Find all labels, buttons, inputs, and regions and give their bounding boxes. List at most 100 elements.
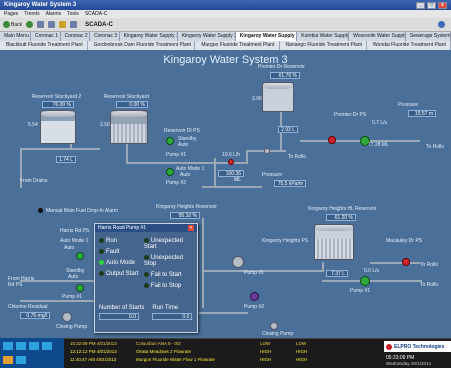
print-button[interactable] bbox=[48, 21, 56, 28]
tab-2[interactable]: Coronac 2 bbox=[61, 32, 91, 41]
pump-detail-dialog[interactable]: Harris Road Pump #1 × Run Fault Auto Mod… bbox=[94, 223, 198, 333]
tab-6[interactable]: Kingaroy Water Supply 3 bbox=[235, 32, 298, 41]
alarm-cell-c1: HIGH bbox=[260, 349, 272, 354]
tab-5[interactable]: Kingaroy Water Supply 2 bbox=[178, 32, 236, 41]
alarm-cell-desc: Murgon Fluoride Water Flow 1 Flowrate bbox=[136, 357, 215, 362]
heights-ps-pump1[interactable] bbox=[232, 256, 244, 268]
pipe bbox=[202, 218, 204, 308]
status-fault: Fault bbox=[99, 249, 140, 255]
alarm-row[interactable]: 12:12:12 PM 4/01/2013 Oirata Meadows 2 Fl… bbox=[70, 349, 376, 357]
tab-3[interactable]: Coronac 3 bbox=[90, 32, 120, 41]
heights-reservoir-pct: 95.10 % bbox=[170, 212, 200, 219]
reservoir-stockyard2-tank[interactable] bbox=[40, 110, 76, 144]
forward-button[interactable] bbox=[26, 21, 34, 28]
heights-hl-label: Kingaroy Heights HL Reservoir bbox=[308, 206, 377, 212]
tab-8[interactable]: Wooroolin Water Supply bbox=[349, 32, 406, 41]
alarm-row[interactable]: 10:32:09 PM 4/01/2013 Colourbon ANA 5 - 0… bbox=[70, 341, 376, 349]
close-button[interactable]: x bbox=[438, 1, 447, 9]
plant-tab-2[interactable]: Murgon Fluoride Treatment Plant bbox=[195, 41, 280, 50]
harris-from-label: From Harris Rd PS bbox=[8, 276, 35, 288]
menu-scada[interactable]: SCADA-C bbox=[85, 11, 108, 17]
tab-0[interactable]: Main Menu bbox=[0, 32, 32, 41]
back-icon bbox=[3, 21, 10, 28]
heights-ps-pump2[interactable] bbox=[250, 292, 259, 301]
tab-7[interactable]: Kumbia Water Supply bbox=[297, 32, 350, 41]
premier-ps-label: Premier Dr PS bbox=[334, 112, 367, 118]
reservoir-ps-pump1[interactable] bbox=[166, 137, 174, 145]
menu-pages[interactable]: Pages bbox=[4, 11, 18, 17]
page-tabs: Main Menu Coronac 1 Coronac 2 Coronac 3 King… bbox=[0, 32, 451, 41]
help-button[interactable] bbox=[438, 21, 445, 28]
alarm-cell-c2: LOW bbox=[296, 341, 307, 346]
tab-1[interactable]: Coronac 1 bbox=[31, 32, 61, 41]
reservoir-ps-pump2[interactable] bbox=[166, 168, 174, 176]
heights-hl-tank[interactable] bbox=[314, 224, 354, 260]
minimize-button[interactable]: _ bbox=[416, 1, 425, 9]
menu-alarms[interactable]: Alarms bbox=[46, 11, 62, 17]
plant-tab-4[interactable]: Wondai Fluoride Treatment Plant bbox=[367, 41, 451, 50]
trend-button[interactable] bbox=[70, 21, 78, 28]
macauley-ps-valve[interactable] bbox=[402, 258, 410, 266]
run-lamp-icon bbox=[99, 238, 104, 243]
closing-pump2-icon[interactable] bbox=[270, 322, 278, 330]
home-button[interactable] bbox=[37, 21, 45, 28]
pipe bbox=[198, 312, 248, 314]
menu-trends[interactable]: Trends bbox=[24, 11, 39, 17]
premier-ps-pressure-value: 15.57 m bbox=[408, 110, 436, 117]
alarm-cell-t: 10:32:09 PM 4/01/2013 bbox=[70, 341, 117, 346]
from-drains-label: From Drains bbox=[20, 178, 48, 184]
plant-tab-0[interactable]: Blackbutt Fluoride Treatment Plant bbox=[0, 41, 88, 50]
alarm-cell-desc: Colourbon ANA 5 - 0/2 bbox=[136, 341, 181, 346]
premier-ps-valve[interactable] bbox=[328, 136, 336, 144]
pipe bbox=[126, 142, 128, 164]
reservoir-stockyard-tank[interactable] bbox=[110, 110, 148, 144]
flow-valve[interactable] bbox=[228, 159, 234, 165]
premier-ps-meter[interactable] bbox=[264, 148, 270, 154]
heights-hl-level: 7.37 L bbox=[326, 270, 348, 277]
heights-ps-pump1-label: Pump #1 bbox=[244, 270, 265, 276]
status-icon-1[interactable] bbox=[3, 342, 13, 350]
status-output-start: Output Start bbox=[99, 271, 140, 277]
status-icons-panel bbox=[0, 338, 64, 368]
scada-node-label: SCADA-C bbox=[85, 21, 113, 28]
fail-start-lamp-icon bbox=[143, 272, 149, 278]
closing-pump-icon[interactable] bbox=[62, 312, 72, 322]
flow-rate-label: 10.6 L/h bbox=[222, 152, 241, 158]
status-icon-6[interactable] bbox=[16, 356, 26, 364]
macauley-to-rollo2: To Rollo bbox=[420, 282, 439, 288]
pipe bbox=[20, 148, 100, 150]
plant-tab-3[interactable]: Nanango Fluoride Treatment Plant bbox=[280, 41, 367, 50]
premier-res-tank[interactable] bbox=[262, 82, 294, 112]
heights-ps-pump2-label: Pump #2 bbox=[244, 304, 265, 310]
status-fail-stop: Fail to Stop bbox=[143, 283, 193, 289]
menu-tools[interactable]: Tools bbox=[67, 11, 79, 17]
alarm-cell-c1: LOW bbox=[260, 341, 271, 346]
home-icon bbox=[37, 21, 45, 28]
status-icon-2[interactable] bbox=[16, 342, 26, 350]
macauley-to-rollo: To Rollo bbox=[420, 262, 439, 268]
alarm-cell-c2: HIGH bbox=[296, 349, 308, 354]
macauley-ps-pump[interactable] bbox=[360, 276, 370, 286]
forward-icon bbox=[26, 21, 34, 28]
tab-4[interactable]: Kingaroy Water Supply 1 bbox=[120, 32, 178, 41]
alarm-button[interactable] bbox=[59, 21, 67, 28]
dialog-title: Harris Road Pump #1 bbox=[98, 225, 147, 231]
maximize-button[interactable]: □ bbox=[427, 1, 436, 9]
harris-pump1-upper[interactable] bbox=[76, 252, 84, 260]
macauley-ps-pump-label: Pump #1 bbox=[350, 288, 371, 294]
reservoir-ps-auto: Auto bbox=[178, 142, 189, 148]
status-icon-3[interactable] bbox=[29, 342, 39, 350]
status-icon-5[interactable] bbox=[3, 356, 13, 364]
dialog-close-button[interactable]: × bbox=[188, 225, 194, 231]
reservoir-stockyard2-label: Reservoir Stockyard 2 bbox=[32, 94, 82, 100]
back-button[interactable]: Back bbox=[3, 21, 22, 28]
plant-tabs: Blackbutt Fluoride Treatment Plant Gordon… bbox=[0, 41, 451, 50]
reservoir-stockyard2-flow: 1.74 L bbox=[56, 156, 76, 163]
status-icon-4[interactable] bbox=[42, 342, 52, 350]
premier-res-flow: 2.93 L bbox=[278, 126, 298, 133]
plant-tab-1[interactable]: Gordonbrook Dam Fluoride Treatment Plant bbox=[88, 41, 196, 50]
toolbar: Back SCADA-C bbox=[0, 18, 451, 32]
harris-pump1-lower[interactable] bbox=[76, 284, 84, 292]
tab-9[interactable]: Sewerage System bbox=[406, 32, 451, 41]
alarm-row[interactable]: 11:40:47 AM 4/01/2013 Murgon Fluoride Wat… bbox=[70, 357, 376, 365]
